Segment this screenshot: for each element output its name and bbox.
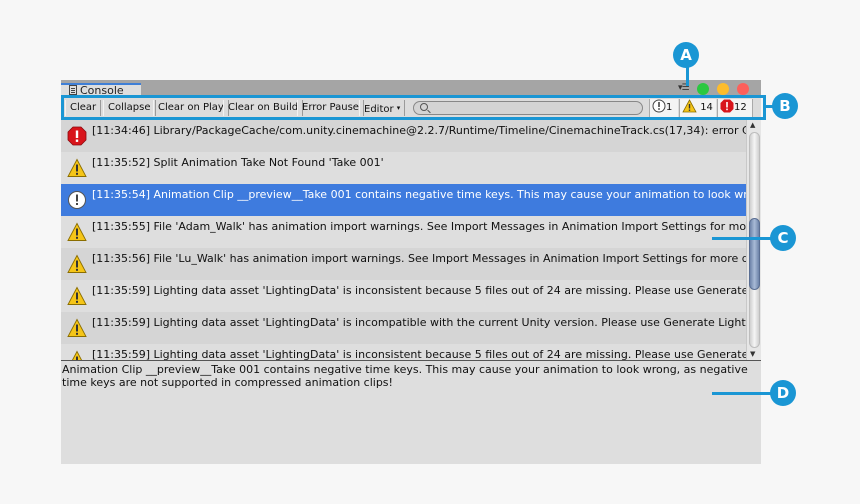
warning-icon xyxy=(67,158,87,178)
log-message: [11:35:59] Lighting data asset 'Lighting… xyxy=(92,316,746,329)
log-list: [11:34:46] Library/PackageCache/com.unit… xyxy=(61,120,746,360)
log-row[interactable]: [11:35:54] Animation Clip __preview__Tak… xyxy=(61,184,746,216)
log-row[interactable]: [11:35:59] Lighting data asset 'Lighting… xyxy=(61,312,746,344)
scrollbar-thumb[interactable] xyxy=(749,218,760,290)
log-message: [11:35:56] File 'Lu_Walk' has animation … xyxy=(92,252,746,265)
callout-d: D xyxy=(770,380,796,406)
log-row[interactable]: [11:35:55] File 'Adam_Walk' has animatio… xyxy=(61,216,746,248)
warning-icon xyxy=(67,286,87,306)
console-window: Console ▾☰ Clear Collapse Clear on Play … xyxy=(61,80,761,464)
close-button[interactable] xyxy=(737,83,749,95)
console-icon xyxy=(69,85,77,95)
message-detail: Animation Clip __preview__Take 001 conta… xyxy=(62,363,748,389)
log-message: [11:35:54] Animation Clip __preview__Tak… xyxy=(92,188,746,201)
maximize-button[interactable] xyxy=(697,83,709,95)
log-row[interactable]: [11:35:59] Lighting data asset 'Lighting… xyxy=(61,344,746,360)
warning-icon xyxy=(67,318,87,338)
log-message: [11:35:55] File 'Adam_Walk' has animatio… xyxy=(92,220,746,233)
log-message: [11:34:46] Library/PackageCache/com.unit… xyxy=(92,124,746,137)
callout-c-line xyxy=(712,237,772,240)
callout-d-line xyxy=(712,392,772,395)
warning-icon xyxy=(67,254,87,274)
log-scrollbar[interactable]: ▲ ▼ xyxy=(746,120,761,360)
warning-icon xyxy=(67,350,87,360)
scroll-down-arrow[interactable]: ▼ xyxy=(750,350,755,358)
callout-a: A xyxy=(673,42,699,68)
callout-c: C xyxy=(770,225,796,251)
info-icon xyxy=(67,190,87,210)
pane-divider[interactable] xyxy=(61,360,761,361)
log-row[interactable]: [11:34:46] Library/PackageCache/com.unit… xyxy=(61,120,746,152)
log-row[interactable]: [11:35:56] File 'Lu_Walk' has animation … xyxy=(61,248,746,280)
log-row[interactable]: [11:35:59] Lighting data asset 'Lighting… xyxy=(61,280,746,312)
log-row[interactable]: [11:35:52] Split Animation Take Not Foun… xyxy=(61,152,746,184)
toolbar-highlight-box xyxy=(61,95,766,120)
log-message: [11:35:59] Lighting data asset 'Lighting… xyxy=(92,348,746,360)
minimize-button[interactable] xyxy=(717,83,729,95)
callout-b: B xyxy=(772,93,798,119)
title-bar: Console ▾☰ xyxy=(61,80,761,97)
scroll-up-arrow[interactable]: ▲ xyxy=(750,121,755,129)
log-message: [11:35:52] Split Animation Take Not Foun… xyxy=(92,156,384,169)
error-icon xyxy=(67,126,87,146)
log-message: [11:35:59] Lighting data asset 'Lighting… xyxy=(92,284,746,297)
warning-icon xyxy=(67,222,87,242)
callout-a-line xyxy=(686,66,689,86)
